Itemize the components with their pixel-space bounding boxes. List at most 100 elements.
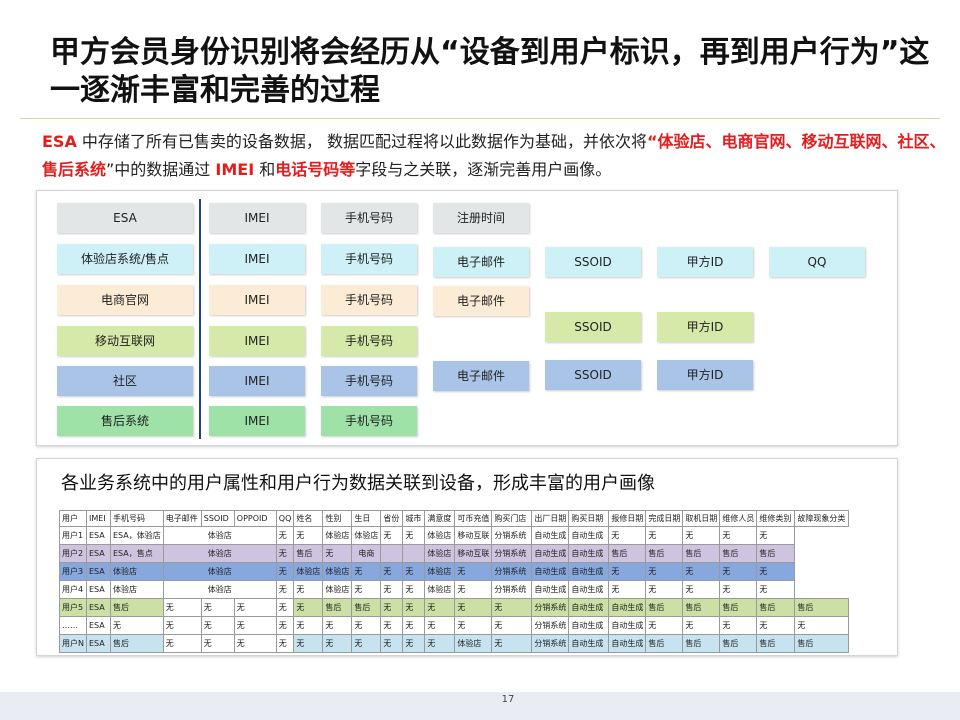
merged-cell: 体验店 [162,562,277,581]
phone-cell: 售后 [110,634,164,653]
intro-phone: 电话号码等 [275,160,356,179]
table-cell: 无 [719,526,758,545]
table-cell: 体验店 [424,580,456,599]
imei-aftersales: IMEI [209,406,305,436]
table-cell: 无 [200,616,235,635]
table-cell: 分销系统 [491,580,533,599]
table-cell: 无 [682,580,721,599]
table-cell: 无 [645,526,684,545]
merged-cell: 体验店 [162,544,277,563]
phone-ecommerce: 手机号码 [321,285,417,315]
imei-community: IMEI [209,366,305,396]
source-esa: ESA [57,203,193,233]
table-header-cell: 出厂日期 [531,510,570,527]
table-cell: 无 [275,526,295,545]
table-cell: 无 [351,616,382,635]
table-cell: 无 [351,634,382,653]
table-cell: 售后 [794,634,850,653]
table-cell: 无 [322,544,353,563]
table-cell: 无 [351,580,382,599]
table-cell: 售后 [682,598,721,617]
table-cell: 售后 [719,544,758,563]
phone-community: 手机号码 [321,366,417,396]
partyid-mobile: 甲方ID [657,312,753,342]
table-cell: 售后 [322,598,353,617]
table-cell: 体验店 [454,634,493,653]
table-cell: 体验店 [293,562,324,581]
table-cell: 无 [608,562,647,581]
table-cell: 自动生成 [568,544,610,563]
intro-paragraph: ESA 中存储了所有已售卖的设备数据， 数据匹配过程将以此数据作为基础，并依次将… [42,128,947,184]
table-cell: 无 [454,562,493,581]
table-cell: 无 [491,634,533,653]
table-cell: 无 [380,616,404,635]
table-cell: 无 [351,562,382,581]
table-header-row: 用户 IMEI 手机号码 电子邮件 SSOID OPPOID QQ 姓名 性别 生日 省份 城市 满意度… [59,510,850,527]
table-cell: 无 [275,616,295,635]
source-store: 体验店系统/售点 [57,244,193,274]
table-header-cell: OPPOID [233,510,277,527]
table-cell: 无 [293,634,324,653]
imei-store: IMEI [209,244,305,274]
table-cell: 分销系统 [491,526,533,545]
slide-title: 甲方会员身份识别将会经历从“设备到用户标识，再到用户行为”这一逐渐丰富和完善的过… [50,35,930,108]
table-cell: 无 [200,634,235,653]
table-header-cell: 故障现象分类 [794,510,850,527]
table-header-cell: QQ [275,510,295,527]
page-number: 17 [501,694,515,705]
table-cell: 无 [402,562,426,581]
imei-cell: ESA [86,544,111,563]
table-cell: 无 [645,562,684,581]
table-cell: 售后 [293,544,324,563]
partyid-community: 甲方ID [657,360,753,390]
user-cell: 用户3 [59,562,87,581]
phone-cell: ESA，售点 [110,544,164,563]
table-cell: 无 [200,598,235,617]
intro-text-1: 中存储了所有已售卖的设备数据， 数据匹配过程将以此数据作为基础，并依次将 [76,132,648,151]
title-divider [20,118,940,119]
table-cell: 体验店 [351,526,382,545]
table-cell: 自动生成 [568,634,610,653]
data-source-diagram: ESA 体验店系统/售点 电商官网 移动互联网 社区 售后系统 IMEI IME… [36,190,898,446]
table-cell: 售后 [645,544,684,563]
table-cell: 售后 [756,544,796,563]
table-cell: 售后 [719,634,758,653]
user-cell: 用户2 [59,544,87,563]
table-cell: 无 [162,598,202,617]
table-cell: 无 [424,616,456,635]
user-profile-table: 用户 IMEI 手机号码 电子邮件 SSOID OPPOID QQ 姓名 性别 生日 省份 城市 满意度… [59,510,850,653]
table-cell: 无 [293,580,324,599]
source-ecommerce: 电商官网 [57,285,193,315]
table-header-cell: 可币充值 [454,510,493,527]
table-header-cell: 完成日期 [645,510,684,527]
ssoid-community: SSOID [545,360,641,390]
table-cell: 售后 [794,598,850,617]
table-cell: 移动互联 [454,544,493,563]
phone-aftersales: 手机号码 [321,406,417,436]
table-cell: 无 [491,616,533,635]
phone-cell: 无 [110,616,164,635]
table-row: 用户5 ESA 售后无无无无无售后 售后无无无无无分销系统 自动生成 自动生成 售后 售后 售后… [59,598,850,617]
table-cell: 售后 [719,598,758,617]
table-cell: 无 [645,616,684,635]
user-profile-panel: 各业务系统中的用户属性和用户行为数据关联到设备，形成丰富的用户画像 用户 IMEI… [36,458,898,656]
user-cell: 用户4 [59,580,87,599]
ssoid-mobile: SSOID [545,312,641,342]
table-cell: 售后 [351,598,382,617]
table-cell: 无 [162,634,202,653]
table-cell: 无 [402,634,426,653]
intro-esa: ESA [42,132,77,151]
table-cell: 自动生成 [568,616,610,635]
table-cell: 无 [756,526,796,545]
phone-cell: 体验店 [110,562,164,581]
imei-cell: ESA [86,616,111,635]
phone-esa: 手机号码 [321,203,417,233]
merged-cell: 体验店 [162,526,277,545]
table-cell: 自动生成 [531,562,570,581]
table-header-cell: 性别 [322,510,353,527]
table-cell: 无 [756,616,796,635]
table-cell: 体验店 [322,562,353,581]
vertical-divider [199,199,201,439]
table-cell: 无 [402,616,426,635]
table-cell: 无 [275,544,295,563]
